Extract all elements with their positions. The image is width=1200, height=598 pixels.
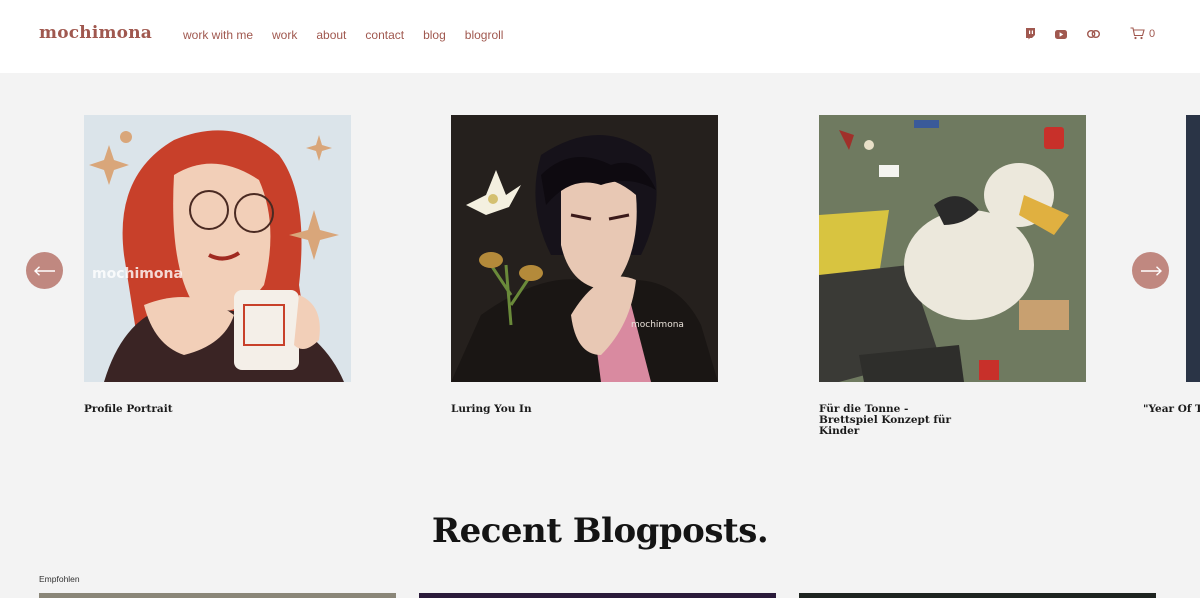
slide-profile-portrait[interactable]: mochimona Profile Portrait (84, 115, 351, 415)
recent-blogposts-heading: Recent Blogposts. (431, 511, 769, 551)
slide-caption[interactable]: "Year Of Th Illustratio (1143, 404, 1200, 415)
nav-about[interactable]: about (316, 28, 346, 42)
watermark-text: mochimona (92, 266, 183, 282)
slide-year-of-the[interactable]: "Year Of Th Illustratio (1143, 115, 1200, 415)
slide-caption[interactable]: Für die Tonne - Brettspiel Konzept für K… (819, 404, 969, 437)
main-nav: work with me work about contact blog blo… (183, 28, 522, 42)
link-icon[interactable] (1086, 27, 1100, 41)
arrow-right-icon (1140, 265, 1162, 276)
blogpost-thumbnail[interactable] (39, 593, 396, 598)
cart-button[interactable]: 0 (1130, 27, 1155, 40)
cart-count: 0 (1149, 27, 1156, 40)
artwork-image[interactable] (819, 115, 1086, 382)
slide-caption[interactable]: Luring You In (451, 404, 601, 415)
nav-work[interactable]: work (272, 28, 297, 42)
slide-caption[interactable]: Profile Portrait (84, 404, 234, 415)
portfolio-carousel: mochimona Profile Portrait mochimona Lur… (0, 73, 1200, 473)
cart-icon (1130, 27, 1145, 40)
blogpost-thumbnail[interactable] (799, 593, 1156, 598)
site-header: mochimona work with me work about contac… (0, 0, 1200, 73)
nav-blog[interactable]: blog (423, 28, 446, 42)
artwork-image[interactable]: mochimona (451, 115, 718, 382)
artwork-image[interactable]: mochimona (84, 115, 351, 382)
nav-work-with-me[interactable]: work with me (183, 28, 253, 42)
nav-contact[interactable]: contact (365, 28, 404, 42)
watermark-text: mochimona (631, 320, 684, 330)
site-logo[interactable]: mochimona (39, 23, 152, 43)
youtube-icon[interactable] (1054, 27, 1068, 41)
carousel-next-button[interactable] (1132, 252, 1169, 289)
blogpost-thumbnail[interactable] (419, 593, 776, 598)
slide-fuer-die-tonne[interactable]: Für die Tonne - Brettspiel Konzept für K… (819, 115, 1086, 437)
featured-tag: Empfohlen (39, 574, 80, 584)
arrow-left-icon (33, 265, 55, 276)
twitch-icon[interactable] (1023, 27, 1037, 41)
nav-blogroll[interactable]: blogroll (465, 28, 504, 42)
artwork-image[interactable] (1186, 115, 1200, 382)
slide-luring-you-in[interactable]: mochimona Luring You In (451, 115, 718, 415)
carousel-prev-button[interactable] (26, 252, 63, 289)
